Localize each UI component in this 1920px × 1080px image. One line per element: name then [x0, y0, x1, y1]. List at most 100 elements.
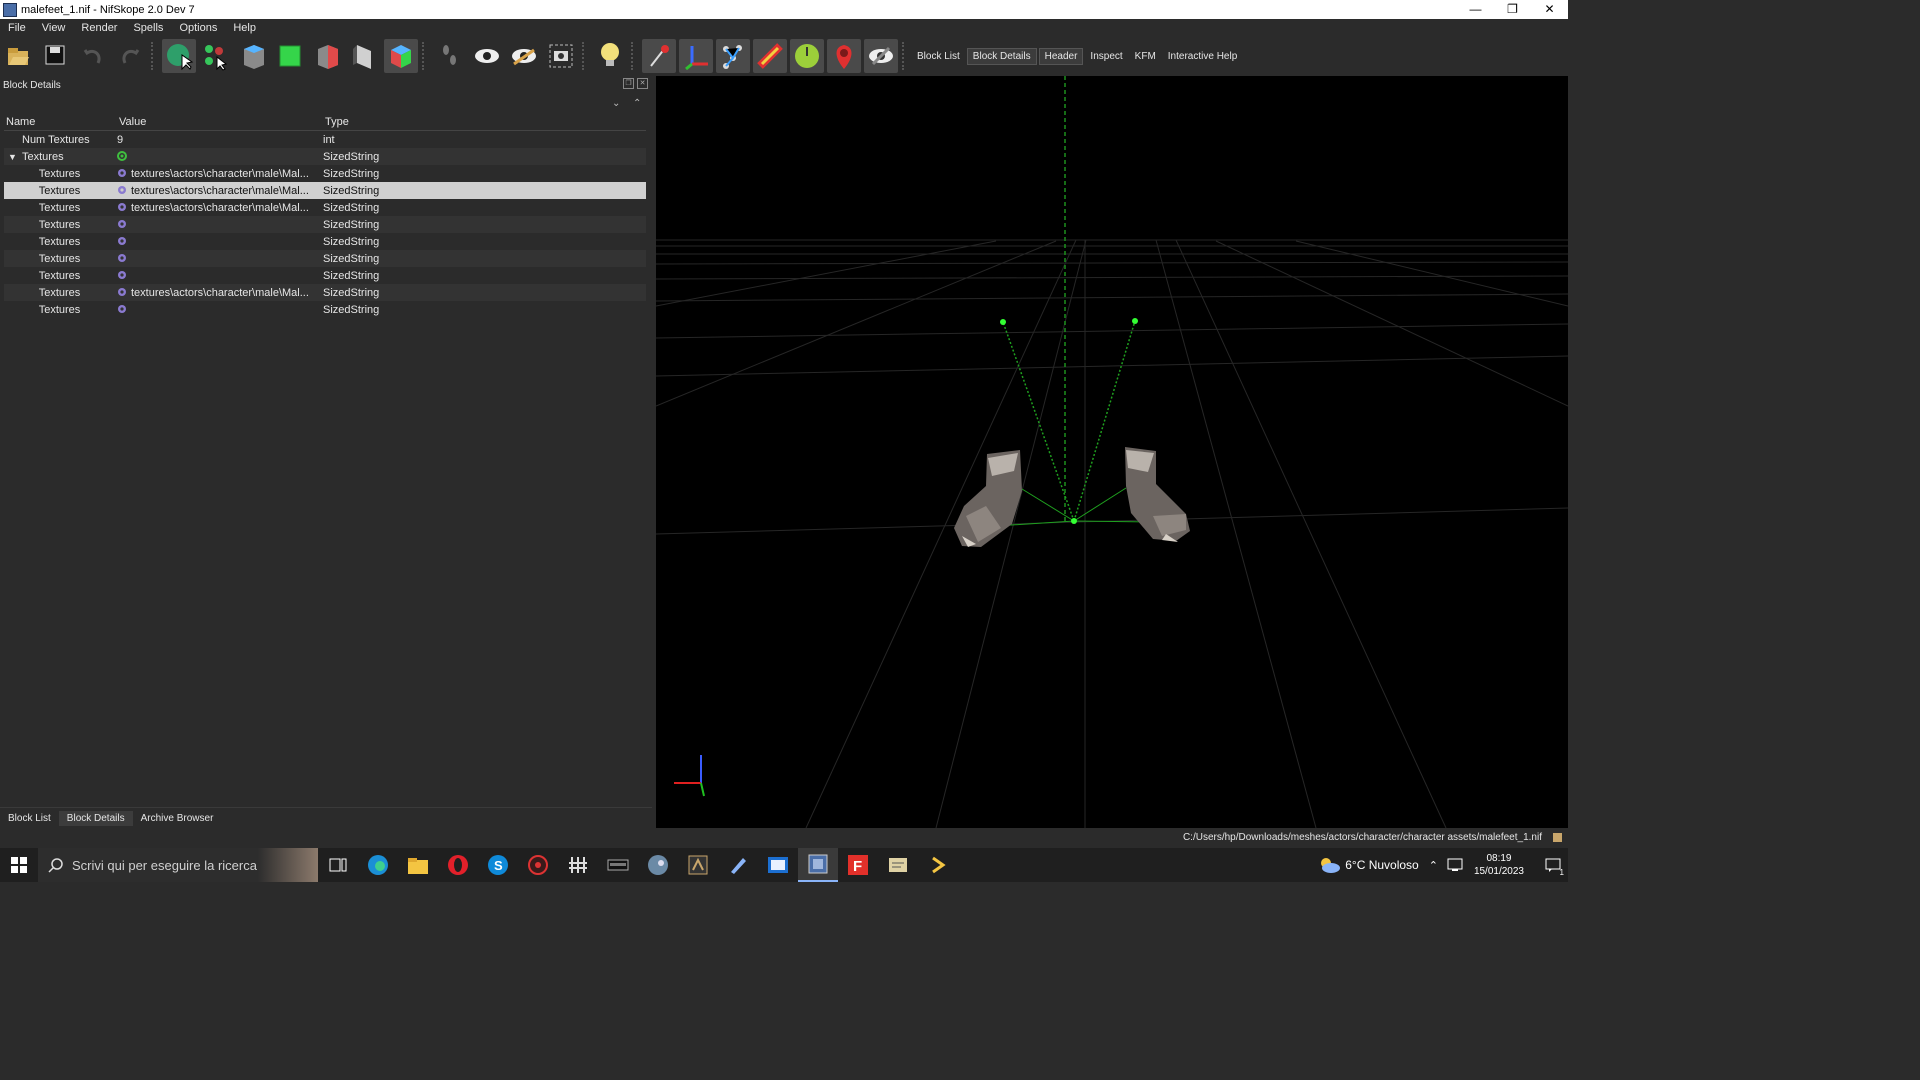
row-value[interactable]	[115, 219, 321, 231]
tree-row[interactable]: Textures SizedString	[4, 216, 646, 233]
collapse-all-icon[interactable]: ⌃	[633, 98, 641, 109]
draw-nodes-icon[interactable]	[641, 39, 676, 73]
menu-help[interactable]: Help	[225, 22, 264, 34]
row-value[interactable]: textures\actors\character\male\Mal...	[115, 287, 321, 299]
svg-text:F: F	[853, 858, 862, 875]
weather-text[interactable]: 6°C Nuvoloso	[1345, 858, 1419, 872]
notification-center-icon[interactable]: 1	[1538, 848, 1568, 882]
file-explorer-icon[interactable]	[398, 848, 438, 882]
tree-row[interactable]: Textures textures\actors\character\male\…	[4, 284, 646, 301]
tree-row[interactable]: Textures textures\actors\character\male\…	[4, 165, 646, 182]
view-top-icon[interactable]	[236, 39, 270, 73]
minimize-icon[interactable]: —	[1457, 0, 1494, 19]
draw-axes-icon[interactable]	[678, 39, 713, 73]
row-type: SizedString	[323, 252, 380, 265]
row-value[interactable]	[115, 270, 321, 282]
row-name: Textures	[38, 303, 81, 316]
row-value[interactable]: textures\actors\character\male\Mal...	[115, 185, 321, 197]
float-panel-icon[interactable]: ❐	[623, 78, 634, 89]
menu-view[interactable]: View	[34, 22, 74, 34]
hide-icon[interactable]	[863, 39, 898, 73]
app-red-icon[interactable]	[518, 848, 558, 882]
column-type[interactable]: Type	[323, 116, 645, 130]
toggle-block-list[interactable]: Block List	[912, 49, 965, 64]
menu-file[interactable]: File	[0, 22, 34, 34]
menu-spells[interactable]: Spells	[125, 22, 171, 34]
app-window-icon[interactable]	[758, 848, 798, 882]
tray-expand-icon[interactable]: ⌃	[1429, 859, 1438, 872]
show-hidden-icon[interactable]	[470, 39, 504, 73]
render-viewport[interactable]	[656, 76, 1568, 828]
tree-row[interactable]: Textures SizedString	[4, 301, 646, 318]
lighting-icon[interactable]	[593, 39, 627, 73]
row-type: SizedString	[323, 269, 380, 282]
row-value[interactable]: textures\actors\character\male\Mal...	[115, 168, 321, 180]
menu-render[interactable]: Render	[73, 22, 125, 34]
row-value[interactable]: 9	[115, 134, 321, 146]
app-pen-icon[interactable]	[718, 848, 758, 882]
clock[interactable]: 08:19 15/01/2023	[1474, 852, 1524, 878]
open-icon[interactable]	[2, 39, 36, 73]
toggle-header[interactable]: Header	[1038, 47, 1084, 65]
app-f-icon[interactable]: F	[838, 848, 878, 882]
collapse-arrow-icon[interactable]: ▼	[8, 152, 17, 162]
restore-icon[interactable]: ❐	[1494, 0, 1531, 19]
close-panel-icon[interactable]: ✕	[637, 78, 648, 89]
row-value[interactable]: textures\actors\character\male\Mal...	[115, 202, 321, 214]
save-icon[interactable]	[39, 39, 73, 73]
menu-options[interactable]: Options	[171, 22, 225, 34]
app-steam-icon[interactable]	[638, 848, 678, 882]
tree-row-selected[interactable]: Textures textures\actors\character\male\…	[4, 182, 646, 199]
tab-block-details[interactable]: Block Details	[58, 810, 133, 826]
app-notes-icon[interactable]	[878, 848, 918, 882]
row-value[interactable]	[115, 236, 321, 248]
toggle-block-details[interactable]: Block Details	[966, 47, 1037, 65]
draw-constraints-icon[interactable]	[752, 39, 787, 73]
tree-row[interactable]: Textures SizedString	[4, 250, 646, 267]
skype-icon[interactable]: S	[478, 848, 518, 882]
column-name[interactable]: Name	[4, 116, 117, 130]
toggle-kfm[interactable]: KFM	[1130, 49, 1161, 64]
select-vertex-icon[interactable]	[199, 39, 233, 73]
expand-all-icon[interactable]: ⌄	[612, 98, 620, 109]
app-game-icon[interactable]	[678, 848, 718, 882]
taskbar-search[interactable]: Scrivi qui per eseguire la ricerca	[38, 848, 318, 882]
edge-icon[interactable]	[358, 848, 398, 882]
undo-icon[interactable]	[76, 39, 110, 73]
tree-row[interactable]: Textures textures\actors\character\male\…	[4, 199, 646, 216]
screenshot-icon[interactable]	[544, 39, 578, 73]
row-value[interactable]	[115, 304, 321, 316]
app-terminal-icon[interactable]	[918, 848, 958, 882]
toggle-interactive-help[interactable]: Interactive Help	[1163, 49, 1242, 64]
walk-icon[interactable]	[433, 39, 467, 73]
draw-markers-icon[interactable]	[826, 39, 861, 73]
show-markers-icon[interactable]	[507, 39, 541, 73]
task-view-icon[interactable]	[318, 848, 358, 882]
view-flip-icon[interactable]	[347, 39, 381, 73]
tree-row[interactable]: Textures SizedString	[4, 267, 646, 284]
redo-icon[interactable]	[113, 39, 147, 73]
row-name: Textures	[38, 235, 81, 248]
view-perspective-icon[interactable]	[383, 39, 418, 73]
network-icon[interactable]	[1446, 857, 1464, 873]
draw-furniture-icon[interactable]	[789, 39, 824, 73]
app-bar-icon[interactable]	[598, 848, 638, 882]
app-grid-icon[interactable]	[558, 848, 598, 882]
opera-icon[interactable]	[438, 848, 478, 882]
toggle-inspect[interactable]: Inspect	[1085, 49, 1127, 64]
select-object-icon[interactable]	[161, 39, 196, 73]
tab-archive-browser[interactable]: Archive Browser	[133, 811, 222, 826]
tree-row[interactable]: Num Textures 9 int	[4, 131, 646, 148]
nifskope-taskbar-icon[interactable]	[798, 848, 838, 882]
tree-row[interactable]: ▼ Textures SizedString	[4, 148, 646, 165]
view-side-icon[interactable]	[310, 39, 344, 73]
column-value[interactable]: Value	[117, 116, 323, 130]
start-button[interactable]	[0, 848, 38, 882]
tree-row[interactable]: Textures SizedString	[4, 233, 646, 250]
close-icon[interactable]: ✕	[1531, 0, 1568, 19]
row-value[interactable]	[115, 253, 321, 265]
draw-havok-icon[interactable]	[715, 39, 750, 73]
row-value[interactable]	[115, 150, 321, 163]
view-front-icon[interactable]	[273, 39, 307, 73]
tab-block-list[interactable]: Block List	[0, 811, 59, 826]
